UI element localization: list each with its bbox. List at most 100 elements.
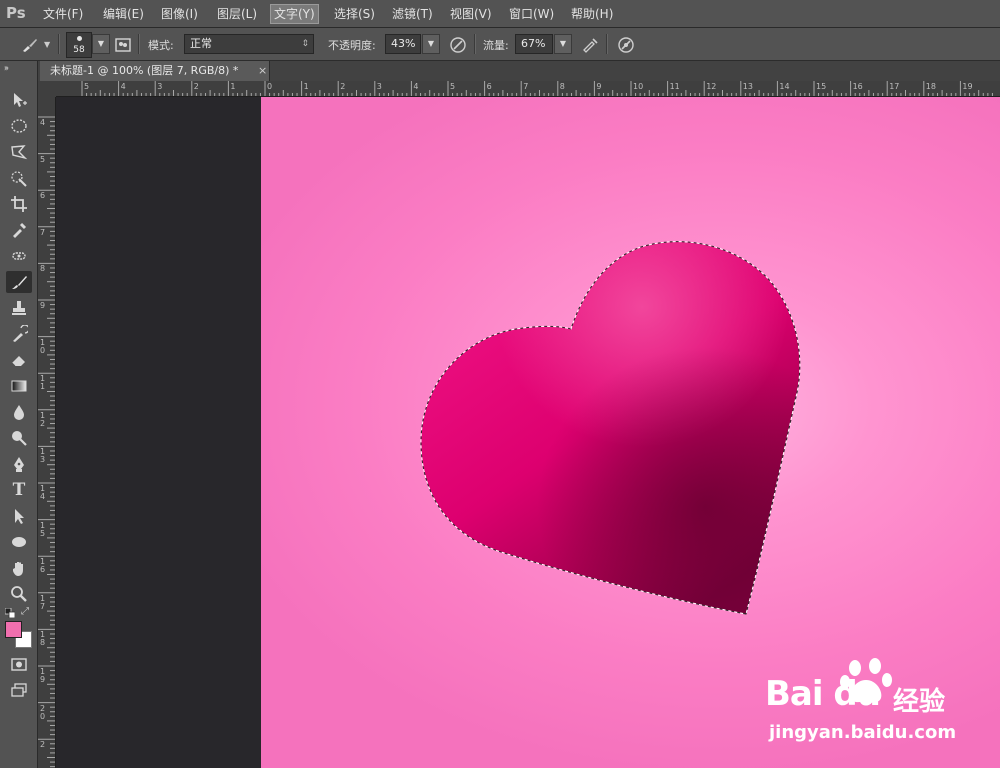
menu-help[interactable]: 帮助(H) xyxy=(568,5,616,23)
menu-select[interactable]: 选择(S) xyxy=(331,5,378,23)
brush-size-picker[interactable]: 58 xyxy=(66,32,92,58)
ruler-label: 1 xyxy=(230,82,236,91)
menu-edit[interactable]: 编辑(E) xyxy=(100,5,147,23)
ruler-label: 14 xyxy=(779,82,790,91)
quick-select-tool-icon[interactable] xyxy=(6,167,32,189)
ruler-label: 4 xyxy=(120,82,126,91)
mode-select[interactable]: 正常 ⇕ xyxy=(184,34,314,54)
pressure-opacity-icon[interactable] xyxy=(448,35,468,55)
type-tool-icon[interactable]: T xyxy=(6,479,32,501)
flow-chevron-icon[interactable]: ▼ xyxy=(554,34,572,54)
swap-colors-icon[interactable]: ⤢ xyxy=(21,606,33,618)
pressure-size-icon[interactable] xyxy=(616,35,636,55)
ruler-label: 8 xyxy=(40,264,46,274)
ruler-label: 12 xyxy=(706,82,717,91)
vertical-ruler: 4 5 6 7 8 9 1 0 1 1 1 2 1 3 1 4 1 5 1 6 1 7 1 8 1 9 2 0 2 xyxy=(38,97,56,768)
menu-image[interactable]: 图像(I) xyxy=(158,5,201,23)
opacity-label: 不透明度: xyxy=(328,39,376,52)
ruler-label: 16 xyxy=(852,82,863,91)
ruler-label: 1 3 xyxy=(40,447,46,465)
brush-size-chevron-icon[interactable]: ▼ xyxy=(92,34,110,54)
watermark-brand: Bai du xyxy=(765,674,881,714)
ruler-label: 1 xyxy=(303,82,309,91)
screen-mode-icon[interactable] xyxy=(6,679,32,701)
ruler-label: 2 xyxy=(40,740,46,750)
ruler-label: 7 xyxy=(40,227,46,237)
crop-tool-icon[interactable] xyxy=(6,193,32,215)
menu-file[interactable]: 文件(F) xyxy=(40,5,86,23)
ruler-label: 9 xyxy=(40,301,46,310)
marquee-tool-icon[interactable] xyxy=(6,115,32,137)
ruler-label: 1 7 xyxy=(40,593,46,611)
hand-tool-icon[interactable] xyxy=(6,557,32,579)
panel-collapse-icon[interactable]: » xyxy=(4,64,9,73)
ruler-label: 9 xyxy=(596,82,602,91)
clone-stamp-tool-icon[interactable] xyxy=(6,297,32,319)
quick-mask-icon[interactable] xyxy=(6,653,32,675)
foreground-color-swatch[interactable] xyxy=(5,621,22,638)
ruler-label: 3 xyxy=(376,82,382,91)
document-tab[interactable]: 未标题-1 @ 100% (图层 7, RGB/8) * × xyxy=(40,61,270,81)
ellipse-tool-icon[interactable] xyxy=(6,531,32,553)
brush-tip-icon xyxy=(77,36,82,41)
horizontal-ruler: 5 4 3 2 1 0 1 2 3 4 5 6 7 8 9 10 11 12 13 14 15 16 17 18 19 xyxy=(56,81,1000,97)
toolbox: » T ⤢ xyxy=(0,61,38,768)
spot-healing-tool-icon[interactable] xyxy=(6,245,32,267)
pen-tool-icon[interactable] xyxy=(6,453,32,475)
brush-preset-icon[interactable] xyxy=(20,35,40,55)
mode-chevron-icon: ⇕ xyxy=(301,39,309,49)
menu-window[interactable]: 窗口(W) xyxy=(506,5,557,23)
menu-filter[interactable]: 滤镜(T) xyxy=(389,5,436,23)
ruler-label: 4 xyxy=(413,82,419,91)
eraser-tool-icon[interactable] xyxy=(6,349,32,371)
separator xyxy=(606,34,608,54)
options-bar: ▼ 58 ▼ 模式: 正常 ⇕ 不透明度: 43% ▼ 流量: 67% ▼ xyxy=(0,28,1000,61)
ruler-label: 18 xyxy=(925,82,936,91)
opacity-input[interactable]: 43% xyxy=(385,34,421,54)
lasso-tool-icon[interactable] xyxy=(6,141,32,163)
baidu-watermark: Bai du 经验 jingyan.baidu.com xyxy=(765,658,965,762)
ruler-label: 1 9 xyxy=(40,667,46,684)
brush-size-value: 58 xyxy=(73,45,85,55)
ruler-label: 3 xyxy=(157,82,163,91)
brush-tool-icon[interactable] xyxy=(6,271,32,293)
eyedropper-tool-icon[interactable] xyxy=(6,219,32,241)
flow-input[interactable]: 67% xyxy=(515,34,553,54)
ruler-label: 2 xyxy=(340,82,346,91)
document-tab-bar: » 未标题-1 @ 100% (图层 7, RGB/8) * × xyxy=(4,61,1000,81)
tool-preset-chevron-icon[interactable]: ▼ xyxy=(44,40,50,49)
watermark-url: jingyan.baidu.com xyxy=(769,722,957,743)
path-select-tool-icon[interactable] xyxy=(6,505,32,527)
airbrush-icon[interactable] xyxy=(580,35,600,55)
menu-view[interactable]: 视图(V) xyxy=(447,5,495,23)
ruler-label: 1 5 xyxy=(40,520,46,538)
opacity-chevron-icon[interactable]: ▼ xyxy=(422,34,440,54)
separator xyxy=(58,34,60,54)
move-tool-icon[interactable] xyxy=(6,89,32,111)
separator xyxy=(138,34,140,54)
ruler-label: 8 xyxy=(559,82,565,91)
ruler-label: 4 xyxy=(40,118,46,127)
dodge-tool-icon[interactable] xyxy=(6,427,32,449)
menu-layer[interactable]: 图层(L) xyxy=(214,5,260,23)
ruler-label: 1 1 xyxy=(40,374,46,392)
history-brush-tool-icon[interactable] xyxy=(6,323,32,345)
mode-value: 正常 xyxy=(190,37,212,50)
ruler-label: 7 xyxy=(523,82,529,91)
ruler-label: 17 xyxy=(889,82,900,91)
ruler-label: 15 xyxy=(816,82,827,91)
blur-tool-icon[interactable] xyxy=(6,401,32,423)
mode-label: 模式: xyxy=(148,39,174,52)
default-colors-icon[interactable] xyxy=(4,607,16,619)
ruler-label: 1 0 xyxy=(40,337,46,355)
gradient-tool-icon[interactable] xyxy=(6,375,32,397)
menu-type[interactable]: 文字(Y) xyxy=(270,4,319,24)
zoom-tool-icon[interactable] xyxy=(6,583,32,605)
photoshop-logo: Ps xyxy=(6,4,26,22)
brush-panel-toggle-icon[interactable] xyxy=(114,36,132,54)
ruler-label: 2 0 xyxy=(40,703,46,721)
ruler-label: 11 xyxy=(669,82,680,91)
menu-bar: Ps 文件(F) 编辑(E) 图像(I) 图层(L) 文字(Y) 选择(S) 滤… xyxy=(0,0,1000,28)
ruler-corner xyxy=(38,81,56,97)
close-tab-icon[interactable]: × xyxy=(258,61,267,81)
